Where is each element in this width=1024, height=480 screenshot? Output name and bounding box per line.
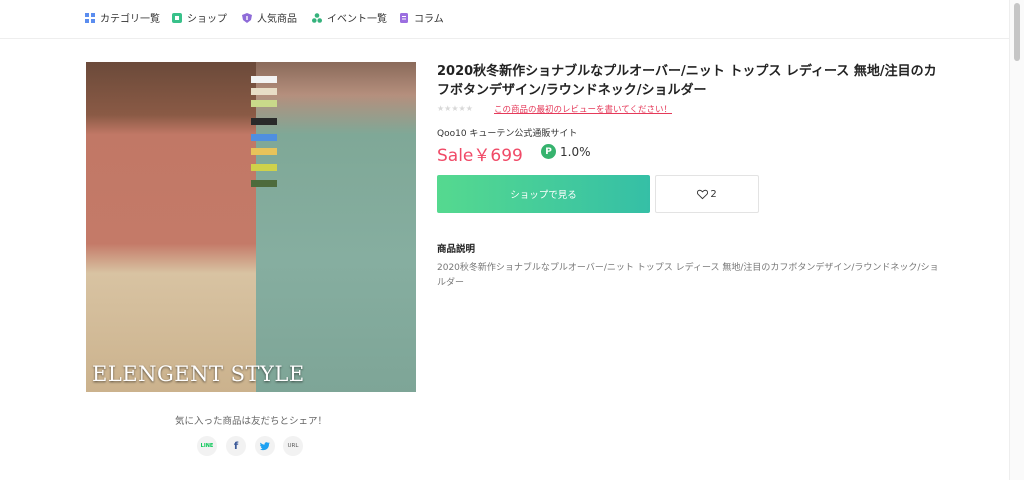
page-scrollbar[interactable] — [1009, 0, 1024, 480]
color-swatch — [251, 76, 277, 83]
color-swatch — [251, 88, 277, 95]
nav-item-label: ショップ — [187, 14, 227, 25]
triangle-dots-icon — [312, 12, 322, 23]
nav-item-column[interactable]: コラム — [399, 10, 444, 25]
description-heading: 商品説明 — [437, 244, 476, 255]
points-icon: P — [541, 144, 556, 159]
nav-item-categories[interactable]: カテゴリ一覧 — [85, 10, 160, 25]
product-description: 2020秋冬新作ショナブルなプルオーバー/ニット トップス レディース 無地/注… — [437, 263, 939, 288]
nav-item-label: 人気商品 — [257, 14, 297, 25]
nav-item-shop[interactable]: ショップ — [172, 10, 227, 25]
write-review-link[interactable]: この商品の最初のレビューを書いてください！ — [494, 103, 672, 115]
line-icon: LINE — [200, 443, 214, 449]
star-icon: ★ — [465, 104, 473, 113]
nav-item-events[interactable]: イベント一覧 — [312, 10, 387, 25]
scrollbar-thumb[interactable] — [1014, 3, 1020, 61]
facebook-icon: f — [233, 440, 239, 452]
color-swatch — [251, 118, 277, 125]
share-text: 気に入った商品は友だちとシェア！ — [174, 416, 327, 427]
image-watermark: ELENGENT STYLE — [92, 362, 305, 386]
color-swatch — [251, 148, 277, 155]
seller-name: Qoo10 キューテン公式通販サイト — [437, 129, 578, 139]
color-swatch — [251, 180, 277, 187]
nav-item-popular[interactable]: 人気商品 — [242, 10, 297, 25]
color-swatch — [251, 164, 277, 171]
nav-item-label: カテゴリ一覧 — [100, 14, 160, 25]
star-icon: ★ — [458, 104, 466, 113]
points-rate: 1.0% — [560, 144, 591, 159]
product-image[interactable]: ELENGENT STYLE — [86, 62, 416, 392]
nav-item-label: イベント一覧 — [327, 14, 387, 25]
product-title: 2020秋冬新作ショナブルなプルオーバー/ニット トップス レディース 無地/注… — [437, 64, 937, 98]
grid-icon — [85, 12, 95, 23]
model-left-image — [86, 62, 256, 392]
top-nav: カテゴリ一覧 ショップ 人気商品 イベント一覧 コラム — [0, 0, 1010, 39]
nav-item-label: コラム — [414, 14, 444, 25]
share-facebook-button[interactable]: f — [226, 436, 246, 456]
heart-icon — [697, 189, 709, 199]
points-info: P 1.0% — [541, 144, 591, 159]
url-icon: URL — [287, 443, 299, 449]
share-line-button[interactable]: LINE — [197, 436, 217, 456]
rating-stars: ★★★★★ — [437, 104, 473, 113]
shop-icon — [172, 12, 182, 23]
shield-icon — [242, 12, 252, 23]
twitter-icon — [260, 442, 270, 451]
share-twitter-button[interactable] — [255, 436, 275, 456]
color-swatch — [251, 100, 277, 107]
share-url-button[interactable]: URL — [283, 436, 303, 456]
document-icon — [400, 12, 408, 23]
color-swatch — [251, 134, 277, 141]
like-button[interactable]: 2 — [655, 175, 759, 213]
like-count: 2 — [710, 188, 717, 200]
sale-price: Sale￥699 — [437, 146, 523, 166]
star-icon: ★ — [451, 104, 459, 113]
model-right-image — [256, 62, 416, 392]
view-in-shop-button[interactable]: ショップで見る — [437, 175, 650, 213]
